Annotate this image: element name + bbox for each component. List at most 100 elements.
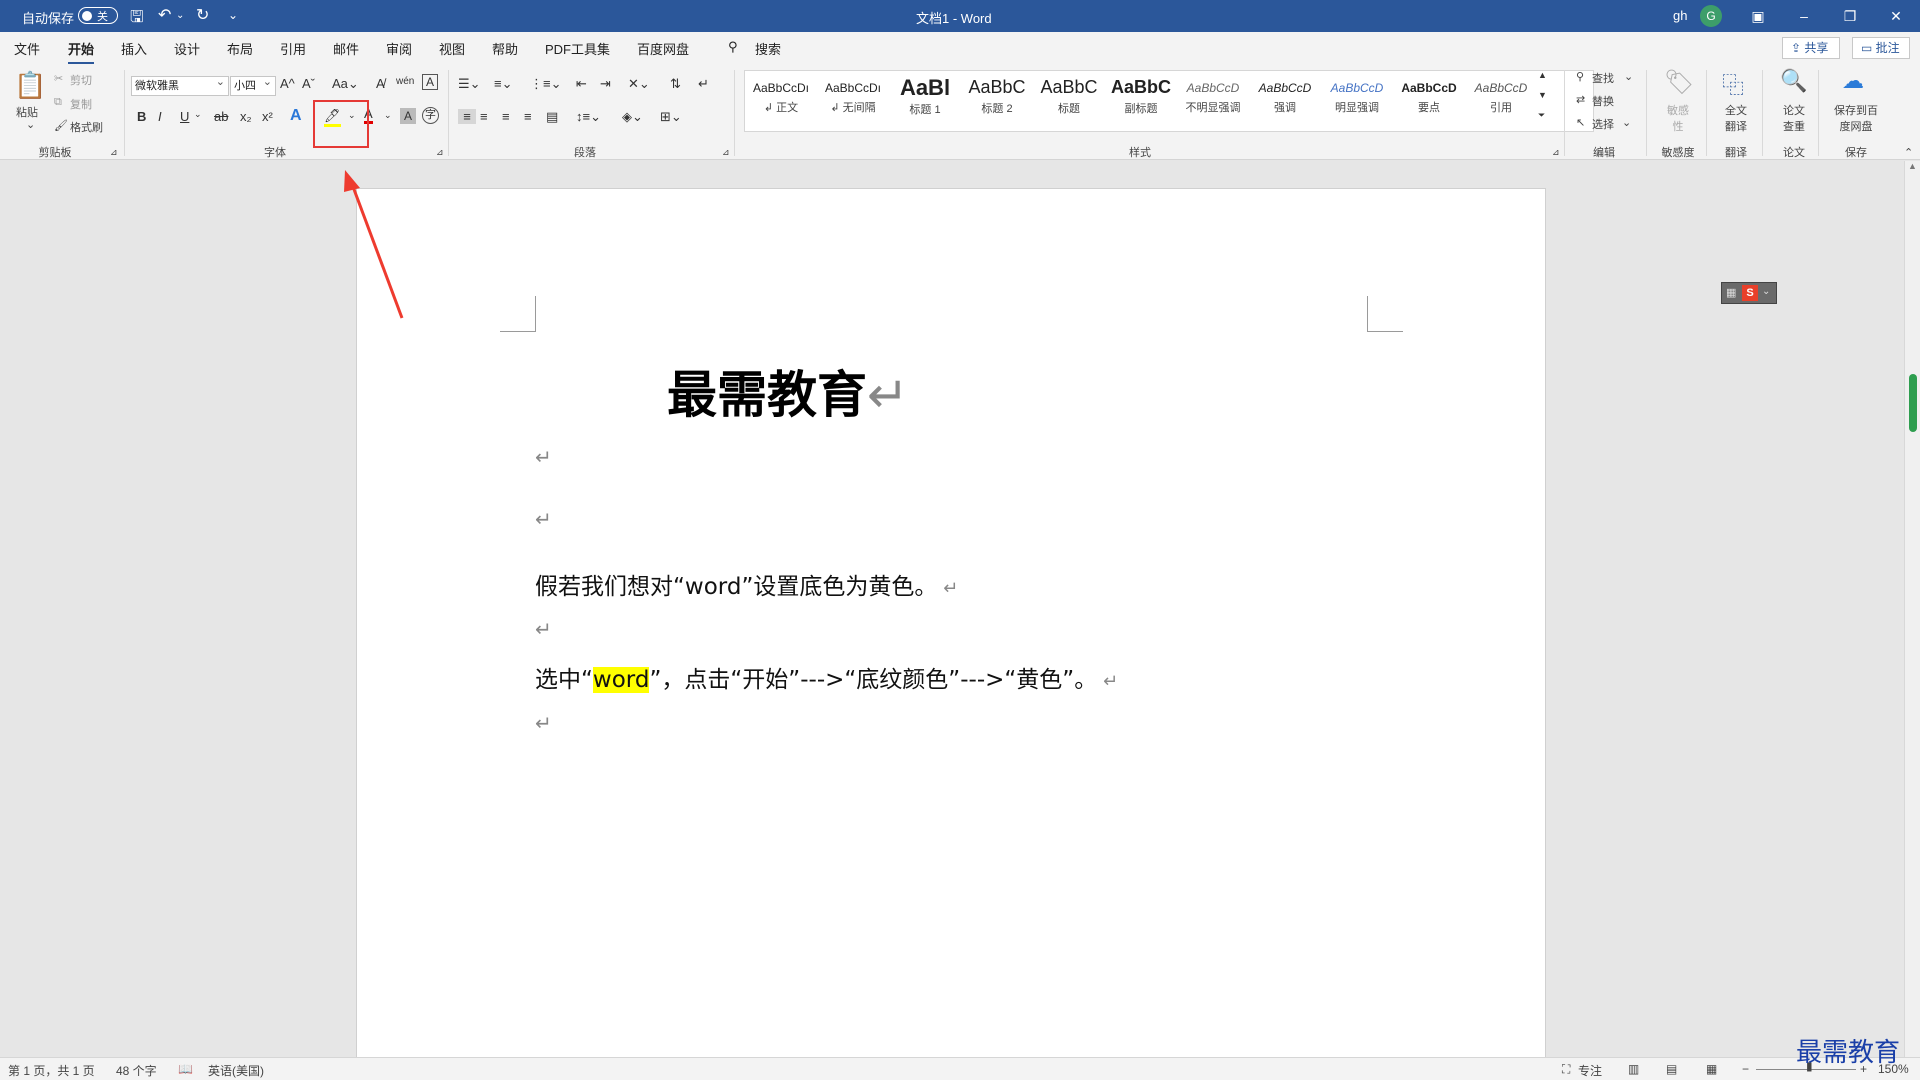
decrease-indent-icon[interactable]: ⇤ — [576, 76, 587, 92]
numbering-icon[interactable]: ≡⌄ — [494, 76, 512, 92]
print-layout-icon[interactable]: ▤ — [1666, 1062, 1677, 1076]
restore-icon[interactable]: ❐ — [1827, 0, 1873, 32]
styles-launcher-icon[interactable]: ⊿ — [1552, 147, 1560, 158]
shading-icon[interactable]: ◈⌄ — [622, 109, 643, 125]
style-heading-1[interactable]: AaBl 标题 1 — [889, 71, 961, 131]
clipboard-launcher-icon[interactable]: ⊿ — [110, 147, 118, 158]
format-painter-button[interactable]: 格式刷 — [70, 119, 103, 135]
focus-mode-button[interactable]: 专注 — [1578, 1062, 1602, 1079]
tab-home[interactable]: 开始 — [68, 39, 95, 65]
sogou-ime-icon[interactable]: S — [1742, 285, 1758, 301]
underline-icon[interactable]: U — [180, 109, 189, 124]
styles-scroll-down-icon[interactable]: ▼ — [1538, 90, 1547, 100]
paper-check-icon[interactable]: 🔍 — [1780, 68, 1807, 94]
scroll-up-icon[interactable]: ▲ — [1908, 161, 1917, 171]
subscript-icon[interactable]: x₂ — [240, 109, 252, 124]
ime-grid-icon[interactable]: ▦ — [1726, 286, 1736, 299]
clear-format-icon[interactable]: A̸ — [376, 76, 385, 91]
line-spacing-icon[interactable]: ↕≡⌄ — [576, 109, 601, 125]
language-indicator[interactable]: 英语(美国) — [208, 1062, 264, 1079]
select-button[interactable]: 选择 — [1592, 116, 1614, 132]
comments-button[interactable]: ▭ 批注 — [1852, 37, 1910, 59]
style-quote[interactable]: AaBbCcD 引用 — [1465, 71, 1537, 131]
copy-button[interactable]: 复制 — [70, 96, 92, 112]
bold-icon[interactable]: B — [137, 109, 146, 124]
paste-icon[interactable]: 📋 — [14, 70, 46, 101]
italic-icon[interactable]: I — [158, 109, 162, 124]
format-painter-icon[interactable]: 🖌 — [54, 119, 68, 132]
ime-menu-icon[interactable]: ⌄ — [1762, 286, 1770, 297]
align-right-icon[interactable]: ≡ — [502, 109, 510, 124]
tab-file[interactable]: 文件 — [14, 39, 40, 58]
redo-icon[interactable]: ↻ — [196, 5, 209, 25]
replace-button[interactable]: 替换 — [1592, 93, 1614, 109]
font-name-combo[interactable]: 微软雅黑 — [131, 73, 229, 96]
bullets-icon[interactable]: ☰⌄ — [458, 76, 481, 92]
style-emphasis[interactable]: AaBbCcD 强调 — [1249, 71, 1321, 131]
proofing-icon[interactable]: 📖 — [178, 1062, 193, 1076]
page-count[interactable]: 第 1 页，共 1 页 — [8, 1062, 95, 1079]
change-case-icon[interactable]: Aa⌄ — [332, 76, 359, 92]
highlighted-word[interactable]: word — [592, 667, 650, 693]
style-intense-emphasis[interactable]: AaBbCcD 明显强调 — [1321, 71, 1393, 131]
tab-help[interactable]: 帮助 — [492, 39, 518, 58]
phonetic-guide-icon[interactable]: wén — [396, 76, 414, 87]
save-to-baidu-button[interactable]: 保存到百度网盘 — [1830, 102, 1882, 134]
undo-dropdown-icon[interactable]: ⌄ — [176, 10, 184, 21]
increase-indent-icon[interactable]: ⇥ — [600, 76, 611, 92]
grow-font-icon[interactable]: A^ — [280, 76, 295, 91]
collapse-ribbon-icon[interactable]: ⌃ — [1904, 146, 1913, 159]
style-strong[interactable]: AaBbCcD 要点 — [1393, 71, 1465, 131]
superscript-icon[interactable]: x² — [262, 109, 273, 124]
asian-layout-icon[interactable]: ✕⌄ — [628, 76, 650, 92]
style-subtle-emphasis[interactable]: AaBbCcD 不明显强调 — [1177, 71, 1249, 131]
translate-icon[interactable]: ⿻ — [1722, 68, 1744, 100]
style-normal[interactable]: AaBbCcDı ↲ 正文 — [745, 71, 817, 131]
select-dropdown-icon[interactable]: ⌄ — [1622, 116, 1631, 129]
body-paragraph-1[interactable]: 假若我们想对“word”设置底色为黄色。 ↵ — [535, 567, 958, 601]
save-icon[interactable]: 🖫 — [130, 6, 144, 33]
sensitivity-icon[interactable]: 🏷 — [1664, 68, 1694, 97]
tab-insert[interactable]: 插入 — [121, 39, 147, 58]
find-button[interactable]: 查找 — [1592, 70, 1614, 86]
styles-scroll-up-icon[interactable]: ▲ — [1538, 70, 1547, 80]
style-heading-2[interactable]: AaBbC 标题 2 — [961, 71, 1033, 131]
autosave-toggle[interactable]: 关 — [78, 7, 118, 24]
font-color-dropdown-icon[interactable]: ⌄ — [384, 110, 392, 121]
select-icon[interactable]: ↖ — [1576, 116, 1585, 129]
sensitivity-button[interactable]: 敏感性 — [1664, 102, 1692, 134]
ribbon-display-icon[interactable]: ▣ — [1735, 0, 1781, 32]
tab-view[interactable]: 视图 — [439, 39, 465, 58]
word-count[interactable]: 48 个字 — [116, 1062, 157, 1079]
align-center-icon[interactable]: ≡ — [480, 109, 488, 124]
justify-icon[interactable]: ≡ — [524, 109, 532, 124]
minimize-icon[interactable]: – — [1781, 0, 1827, 32]
find-icon[interactable]: ⚲ — [1576, 70, 1584, 83]
share-button[interactable]: ⇪ 共享 — [1782, 37, 1840, 59]
distributed-icon[interactable]: ▤ — [546, 109, 558, 125]
tab-review[interactable]: 审阅 — [386, 39, 412, 58]
find-dropdown-icon[interactable]: ⌄ — [1624, 70, 1633, 83]
paragraph-launcher-icon[interactable]: ⊿ — [722, 147, 730, 158]
sort-icon[interactable]: ⇅ — [670, 76, 681, 92]
tab-layout[interactable]: 布局 — [227, 39, 253, 58]
search-icon[interactable]: ⚲ — [728, 39, 738, 55]
enclose-characters-icon[interactable]: 字 — [422, 107, 439, 124]
cut-icon[interactable]: ✂ — [54, 72, 63, 85]
paste-dropdown-icon[interactable]: ⌄ — [26, 118, 35, 131]
customize-toolbar-icon[interactable]: ⌄ — [228, 8, 238, 22]
font-size-combo[interactable]: 小四 — [230, 73, 276, 96]
tab-mailings[interactable]: 邮件 — [333, 39, 359, 58]
ime-toolbar[interactable]: ▦ S ⌄ — [1721, 282, 1777, 304]
underline-dropdown-icon[interactable]: ⌄ — [194, 109, 202, 120]
scrollbar-thumb[interactable] — [1909, 374, 1917, 432]
tab-baidu-netdisk[interactable]: 百度网盘 — [637, 39, 689, 58]
font-launcher-icon[interactable]: ⊿ — [436, 147, 444, 158]
align-left-icon[interactable]: ≡ — [458, 109, 476, 124]
tab-design[interactable]: 设计 — [174, 39, 200, 58]
text-effects-icon[interactable]: A — [290, 107, 302, 125]
character-shading-icon[interactable]: A — [400, 108, 416, 124]
shrink-font-icon[interactable]: Aˇ — [302, 76, 315, 91]
search-box[interactable]: 搜索 — [755, 39, 781, 58]
styles-more-icon[interactable]: ⏷ — [1538, 110, 1545, 121]
